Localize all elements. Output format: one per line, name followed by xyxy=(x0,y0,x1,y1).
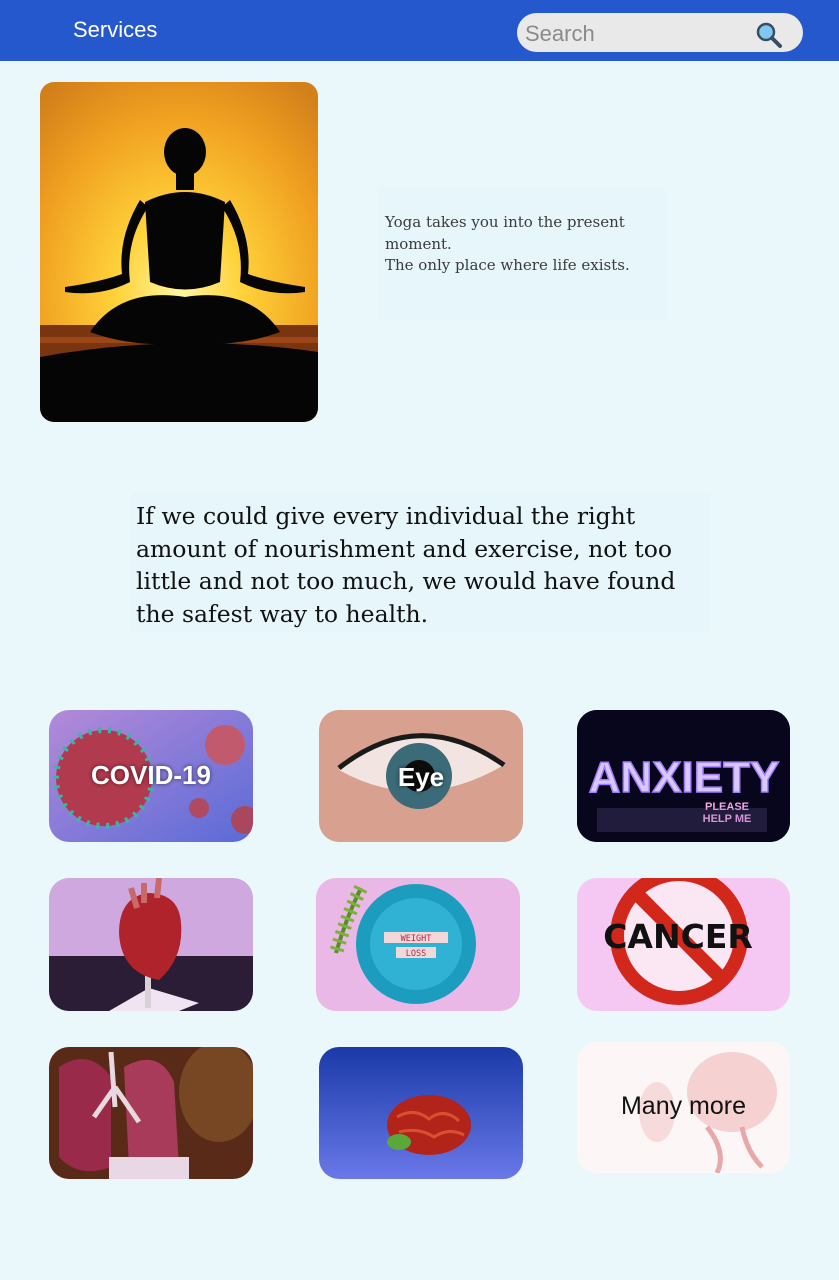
yoga-quote: Yoga takes you into the present moment. … xyxy=(379,186,665,320)
lungs-model-image xyxy=(49,1047,253,1179)
service-label-covid: COVID-19 xyxy=(91,760,211,790)
service-tile-anxiety[interactable]: ANXIETY PLEASE HELP ME xyxy=(577,710,790,842)
health-quote: If we could give every individual the ri… xyxy=(131,492,711,632)
service-tile-eye[interactable]: Eye xyxy=(319,710,523,842)
heart-model-image xyxy=(49,878,253,1011)
loss-text: LOSS xyxy=(406,949,426,959)
service-tile-cancer[interactable]: CANCER xyxy=(577,878,790,1011)
services-nav-link[interactable]: Services xyxy=(73,17,157,43)
brain-model-image xyxy=(319,1047,523,1179)
cancer-text: CANCER xyxy=(603,917,753,956)
magnifier-icon[interactable] xyxy=(754,20,784,50)
top-navigation-bar: Services xyxy=(0,0,839,61)
service-tile-brain[interactable] xyxy=(319,1047,523,1179)
service-label-many-more: Many more xyxy=(620,1092,747,1120)
service-tile-heart[interactable] xyxy=(49,878,253,1011)
search-input[interactable] xyxy=(523,18,752,49)
service-tile-many-more[interactable]: Many more xyxy=(577,1042,790,1173)
weight-loss-image: WEIGHT LOSS xyxy=(316,878,520,1011)
anxiety-neon-image: ANXIETY PLEASE HELP ME xyxy=(577,710,790,842)
service-tile-weight-loss[interactable]: WEIGHT LOSS xyxy=(316,878,520,1011)
service-tile-lungs[interactable] xyxy=(49,1047,253,1179)
anxiety-text: ANXIETY xyxy=(589,753,780,802)
service-label-eye: Eye xyxy=(397,762,445,792)
weight-text: WEIGHT xyxy=(401,934,432,944)
service-tile-covid[interactable]: COVID-19 xyxy=(49,710,253,842)
cancer-sign-image: CANCER xyxy=(577,878,790,1011)
yoga-meditation-image xyxy=(40,82,318,422)
